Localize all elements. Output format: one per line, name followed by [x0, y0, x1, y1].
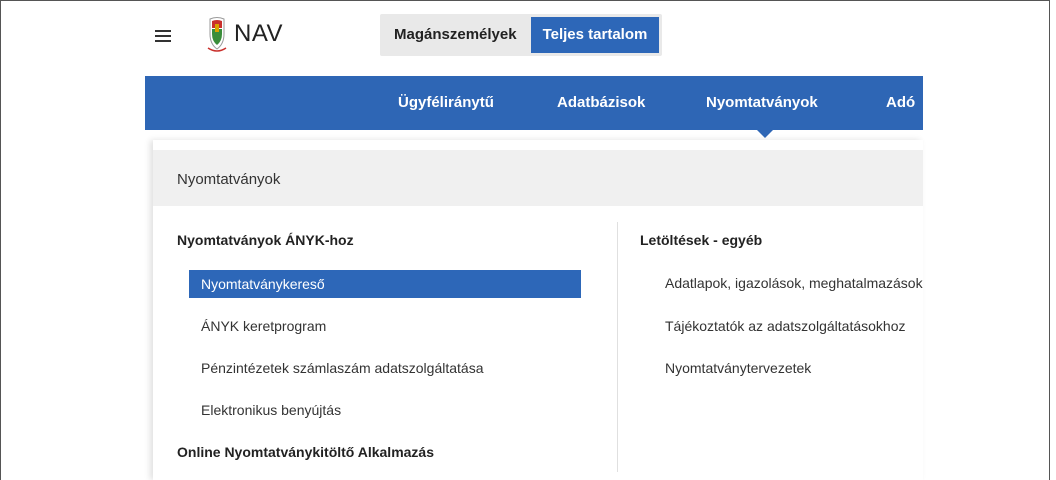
nav-logo-emblem-icon: [207, 17, 227, 52]
segment-maganszemelyek[interactable]: Magánszemélyek: [380, 14, 531, 56]
main-navbar-items: Ügyféliránytű Adatbázisok Nyomtatványok …: [145, 76, 923, 130]
segment-teljes-tartalom[interactable]: Teljes tartalom: [530, 17, 660, 53]
nav-item-ado[interactable]: Adó: [886, 76, 915, 130]
heading-online-nyomtatvanykitolto[interactable]: Online Nyomtatványkitöltő Alkalmazás: [177, 444, 434, 460]
active-nav-caret-icon: [757, 130, 773, 138]
link-tajekoztatok-adatszolgaltatas[interactable]: Tájékoztatók az adatszolgáltatásokhoz: [665, 318, 905, 334]
link-nyomtatvanykereso[interactable]: Nyomtatványkereső: [189, 270, 581, 298]
link-elektronikus-benyujtas[interactable]: Elektronikus benyújtás: [201, 402, 341, 418]
heading-letoltesek-egyeb[interactable]: Letöltések - egyéb: [640, 232, 762, 248]
right-column: Letöltések - egyéb Adatlapok, igazolások…: [618, 222, 923, 472]
nav-item-adatbazisok[interactable]: Adatbázisok: [557, 76, 645, 130]
heading-nyomtatvanyok-anyk[interactable]: Nyomtatványok ÁNYK-hoz: [177, 232, 354, 248]
hamburger-menu-icon[interactable]: [155, 30, 171, 42]
link-nyomtatvanytervezetek[interactable]: Nyomtatványtervezetek: [665, 360, 811, 376]
nav-item-ugyfeliranytu[interactable]: Ügyféliránytű: [398, 76, 494, 130]
nav-item-nyomtatvanyok[interactable]: Nyomtatványok: [706, 76, 818, 130]
audience-switcher: Magánszemélyek Teljes tartalom: [380, 14, 663, 56]
panel-title: Nyomtatványok: [177, 171, 281, 188]
link-penzintezetek-szamlaszam[interactable]: Pénzintézetek számlaszám adatszolgáltatá…: [201, 360, 483, 376]
link-adatlapok-igazolasok[interactable]: Adatlapok, igazolások, meghatalmazások: [665, 275, 923, 291]
link-anyk-keretprogram[interactable]: ÁNYK keretprogram: [201, 318, 326, 334]
nav-logo-text[interactable]: NAV: [234, 20, 283, 48]
